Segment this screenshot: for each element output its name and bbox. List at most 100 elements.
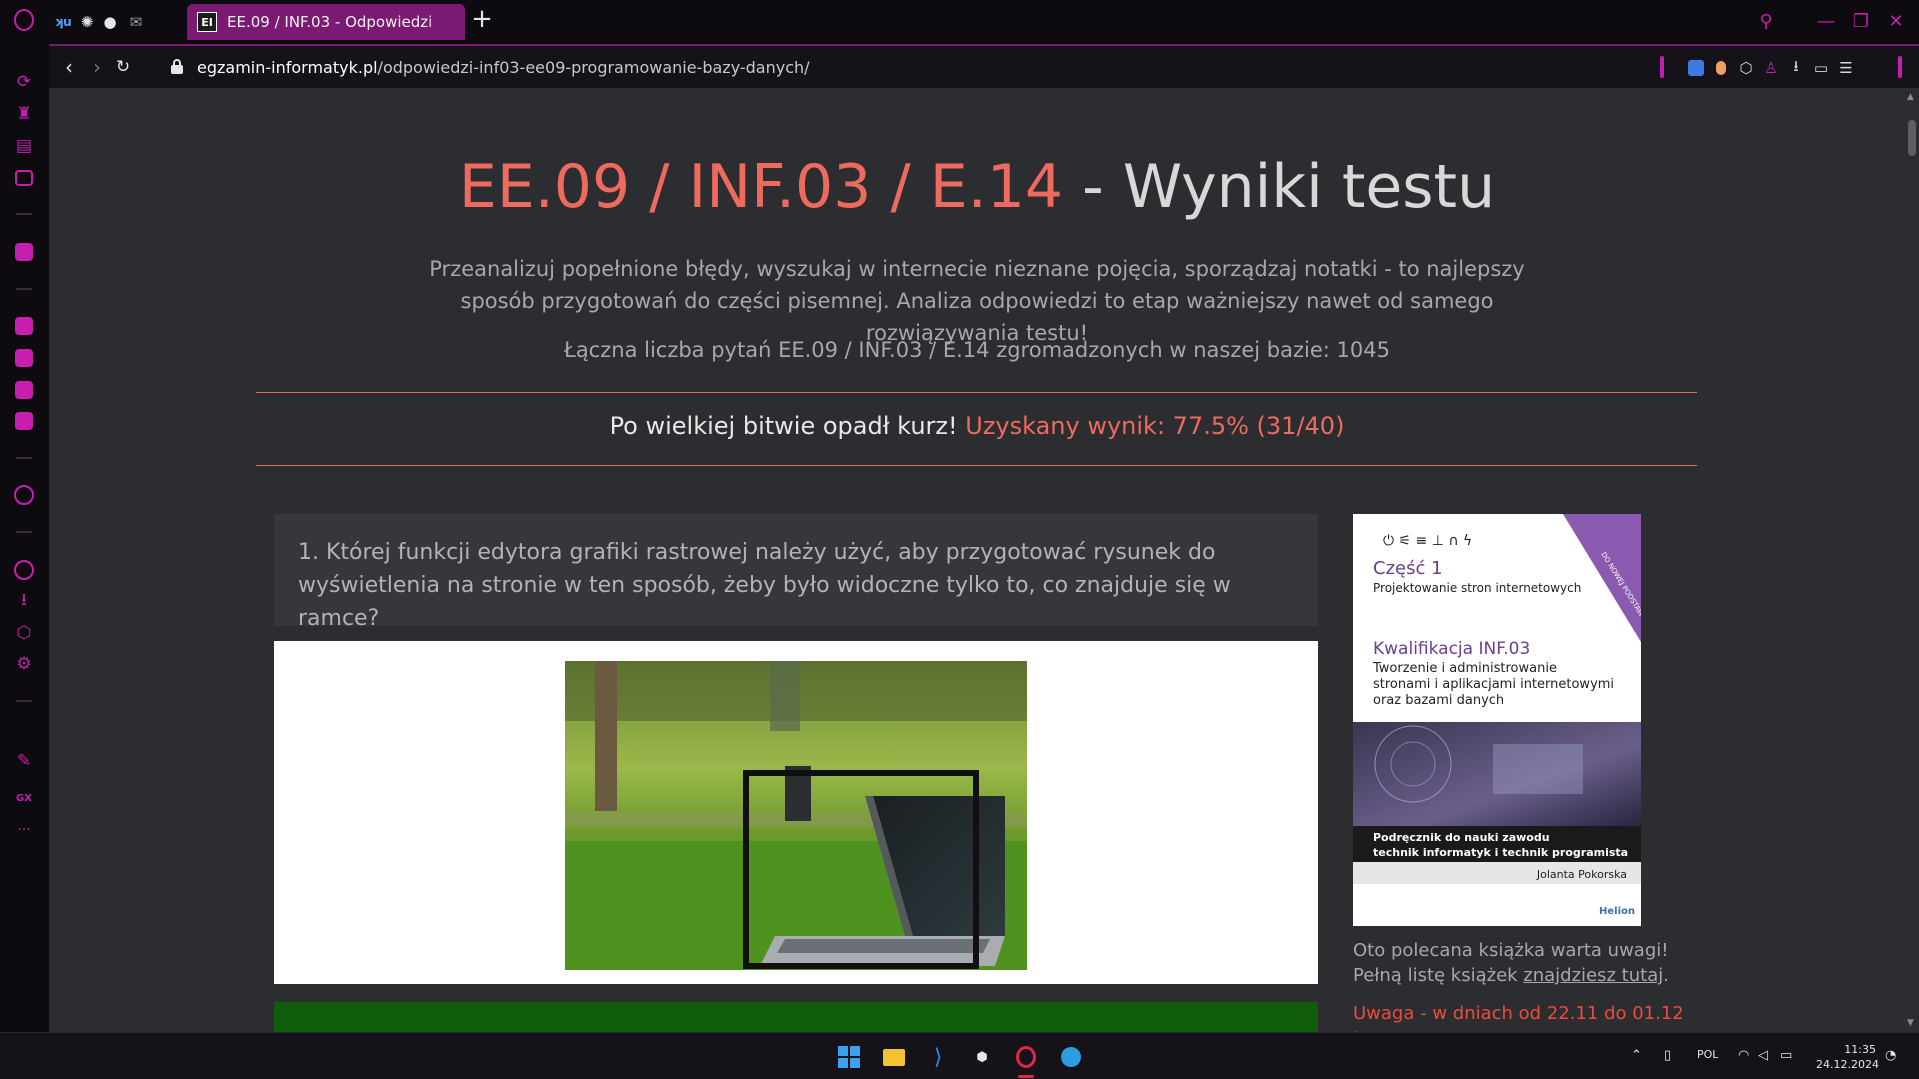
extensions-icon[interactable]: ♜ — [12, 102, 36, 126]
wifi-icon[interactable]: ◠ — [1738, 1048, 1749, 1063]
book-note-line1: Oto polecana książka warta uwagi! — [1353, 940, 1669, 961]
sidebar-separator — [16, 531, 32, 533]
book-qualification: Kwalifikacja INF.03 — [1373, 639, 1530, 659]
new-tab-button[interactable]: + — [470, 6, 494, 32]
tab-active[interactable]: EI EE.09 / INF.03 - Odpowiedzi — [187, 4, 465, 40]
divider — [256, 392, 1697, 393]
scroll-thumb[interactable] — [1908, 120, 1916, 156]
chatgpt-pinned-icon[interactable]: ✺ — [76, 11, 98, 33]
player-icon[interactable] — [12, 483, 36, 507]
accent-bar — [1660, 56, 1664, 78]
pin-icon[interactable]: ✎ — [12, 749, 36, 773]
svg-text:⏻ ⚟ ≡ ⊥ ∩ ϟ: ⏻ ⚟ ≡ ⊥ ∩ ϟ — [1383, 533, 1472, 549]
tray-expand-icon[interactable]: ⌃ — [1631, 1048, 1642, 1063]
downloads-icon[interactable]: ⭳ — [12, 589, 36, 613]
clock[interactable]: 11:35 24.12.2024 — [1816, 1042, 1879, 1072]
active-app-indicator — [1018, 1075, 1034, 1078]
lock-icon — [170, 59, 184, 75]
cube-extension-icon[interactable]: ⬡ — [1735, 57, 1757, 79]
settings-icon[interactable]: ⚙ — [12, 652, 36, 676]
reload-icon[interactable]: ↻ — [111, 55, 135, 79]
clock-time: 11:35 — [1844, 1043, 1876, 1056]
book-list-link[interactable]: znajdziesz tutaj — [1523, 965, 1663, 986]
book-note: Oto polecana książka warta uwagi! Pełną … — [1353, 938, 1693, 988]
cube-icon[interactable]: ⬡ — [12, 621, 36, 645]
telegram-taskbar-icon[interactable] — [1058, 1044, 1084, 1070]
divider — [256, 465, 1697, 466]
question-count: Łączna liczba pytań EE.09 / INF.03 / E.1… — [564, 338, 1390, 362]
battery-icon[interactable]: ▭ — [1780, 1048, 1792, 1063]
discord-icon[interactable] — [12, 409, 36, 433]
tray-device-icon[interactable]: ▯ — [1664, 1048, 1671, 1063]
scroll-up-icon[interactable]: ▲ — [1907, 92, 1914, 102]
battery-saver-icon[interactable]: ▭ — [1810, 57, 1832, 79]
app-icon[interactable]: ⬢ — [969, 1044, 995, 1070]
gmail-icon[interactable]: ✉ — [125, 11, 147, 33]
pinned-tab-icon[interactable]: ʞu — [52, 11, 74, 33]
github-icon[interactable]: ● — [99, 11, 121, 33]
book-manual-target: technik informatyk i technik programista — [1373, 846, 1628, 859]
svg-text:oraz bazami danych: oraz bazami danych — [1373, 693, 1504, 708]
windows-start-icon[interactable] — [836, 1044, 862, 1070]
easy-setup-icon[interactable]: ☰ — [1835, 57, 1857, 79]
file-explorer-icon[interactable] — [881, 1044, 907, 1070]
result-prefix: Po wielkiej bitwie opadł kurz! — [609, 412, 966, 440]
telegram-icon[interactable] — [12, 346, 36, 370]
gx-corner-icon[interactable] — [12, 166, 36, 190]
restore-icon[interactable]: ❐ — [1848, 8, 1874, 34]
volume-icon[interactable]: ◁ — [1758, 1048, 1768, 1063]
clock-date: 24.12.2024 — [1816, 1058, 1879, 1071]
result-score: Uzyskany wynik: 77.5% (31/40) — [965, 412, 1345, 440]
screen: ⟳ ♜ ▤ ⭳ ⬡ ⚙ ✎ GX ··· ʞu ✺ ● ✉ EI EE.09 /… — [0, 0, 1919, 1079]
tab-title: EE.09 / INF.03 - Odpowiedzi — [227, 13, 433, 31]
page-viewport: EE.09 / INF.03 / E.14 - Wyniki testu Prz… — [49, 88, 1905, 1032]
profile-icon[interactable]: ♙ — [1760, 57, 1782, 79]
history-icon[interactable] — [12, 558, 36, 582]
favicon-icon: EI — [197, 12, 217, 32]
forward-icon[interactable]: › — [85, 55, 109, 79]
language-indicator[interactable]: POL — [1697, 1048, 1718, 1061]
messenger-icon[interactable] — [12, 314, 36, 338]
back-icon[interactable]: ‹ — [57, 55, 81, 79]
book-publisher: Helion — [1599, 906, 1635, 917]
sidebar-separator — [16, 288, 32, 290]
opera-logo-icon[interactable] — [12, 8, 36, 32]
close-icon[interactable]: ✕ — [1883, 8, 1909, 34]
extension-icon[interactable] — [1710, 57, 1732, 79]
book-part: Część 1 — [1373, 558, 1443, 579]
notification-icon[interactable]: ◔ — [1885, 1048, 1896, 1063]
address-bar: ‹ › ↻ egzamin-informatyk.pl/odpowiedzi-i… — [49, 44, 1919, 88]
search-icon[interactable]: ⚲ — [1753, 8, 1779, 34]
intro-text: Przeanalizuj popełnione błędy, wyszukaj … — [429, 257, 1525, 345]
answer-bar — [274, 1002, 1318, 1032]
sidebar-separator — [16, 213, 32, 215]
book-note-prefix: Pełną listę książek — [1353, 965, 1524, 986]
sidebar-separator — [16, 700, 32, 702]
scroll-down-icon[interactable]: ▼ — [1907, 1018, 1914, 1028]
url-field[interactable]: egzamin-informatyk.pl/odpowiedzi-inf03-e… — [197, 58, 810, 77]
book-part-subtitle: Projektowanie stron internetowych — [1373, 581, 1581, 595]
result-line: Po wielkiej bitwie opadł kurz! Uzyskany … — [49, 412, 1905, 440]
gx-icon[interactable]: GX — [12, 786, 36, 810]
book-manual: Podręcznik do nauki zawodu — [1373, 831, 1550, 844]
page-title-accent: EE.09 / INF.03 / E.14 — [458, 152, 1064, 222]
page-title-rest: - Wyniki testu — [1063, 152, 1496, 222]
question-text: 1. Której funkcji edytora grafiki rastro… — [274, 514, 1318, 631]
scrollbar[interactable]: ▲ ▼ — [1905, 88, 1919, 1032]
opera-sidebar: ⟳ ♜ ▤ ⭳ ⬡ ⚙ ✎ GX ··· — [0, 0, 49, 1032]
more-icon[interactable]: ··· — [12, 818, 36, 842]
vscode-icon[interactable]: ⟩ — [925, 1044, 951, 1070]
question-photo — [565, 661, 1027, 970]
speed-dial-icon[interactable]: ⟳ — [12, 70, 36, 94]
chatgpt-icon[interactable] — [12, 240, 36, 264]
downloads-toolbar-icon[interactable]: ⭳ — [1785, 57, 1807, 79]
question-image-frame — [274, 641, 1318, 984]
translate-extension-icon[interactable] — [1685, 57, 1707, 79]
book-cover[interactable]: DO NOWEJ PODSTAWY PROGRAMOWEJ ⏻ ⚟ ≡ ⊥ ∩ … — [1353, 514, 1641, 926]
x-icon[interactable] — [12, 378, 36, 402]
opera-gx-taskbar-icon[interactable] — [1013, 1044, 1039, 1070]
book-author: Jolanta Pokorska — [1536, 868, 1627, 881]
minimize-icon[interactable]: — — [1813, 8, 1839, 34]
twitch-icon[interactable]: ▤ — [12, 134, 36, 158]
accent-bar — [1898, 56, 1902, 78]
